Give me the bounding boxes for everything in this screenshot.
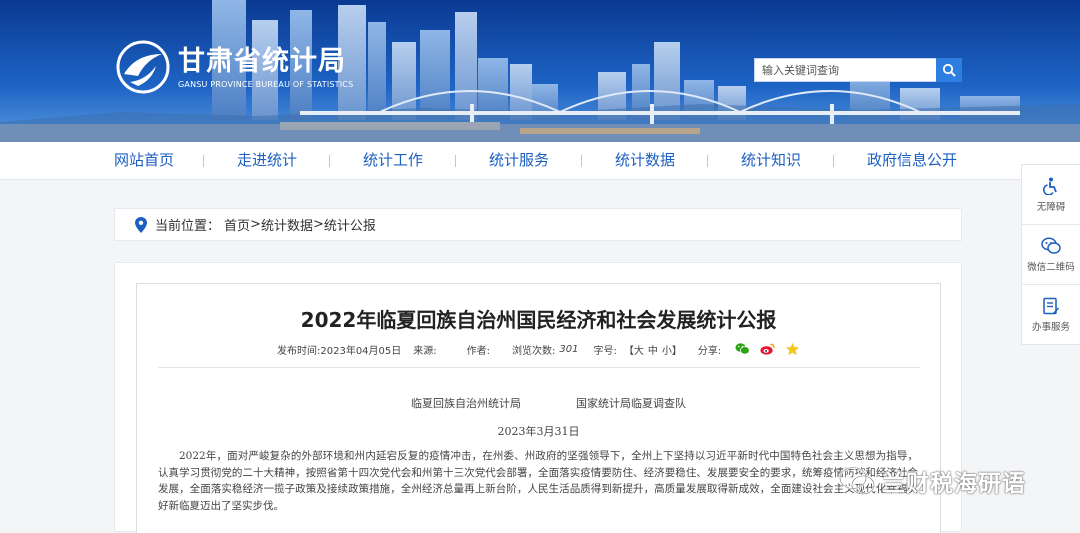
- nav-separator: [581, 155, 582, 167]
- service-icon: [1043, 297, 1059, 314]
- article-meta: 发布时间: 2023年04月05日 来源: 作者: 浏览次数: 301 字号: …: [277, 342, 810, 357]
- font-size-large[interactable]: 大: [634, 342, 644, 357]
- nav-item-gov-info[interactable]: 政府信息公开: [867, 142, 957, 179]
- issuer-survey-team: 国家统计局临夏调查队: [576, 397, 686, 410]
- views-count: 301: [559, 343, 579, 355]
- wechat-icon: [1041, 236, 1061, 254]
- favorite-star-icon[interactable]: [785, 342, 800, 356]
- nav-item-work[interactable]: 统计工作: [363, 142, 423, 179]
- breadcrumb: 当前位置： 首页 > 统计数据 > 统计公报: [114, 208, 962, 241]
- nav-item-data[interactable]: 统计数据: [615, 142, 675, 179]
- font-size-small[interactable]: 小: [662, 342, 672, 357]
- watermark-text: 兰财税海研语: [882, 471, 1026, 497]
- views-label: 浏览次数:: [512, 345, 556, 357]
- article-title: 2022年临夏回族自治州国民经济和社会发展统计公报: [300, 308, 777, 332]
- nav-separator: [203, 155, 204, 167]
- breadcrumb-separator: >: [250, 217, 261, 232]
- nav-separator: [833, 155, 834, 167]
- accessibility-icon: [1042, 177, 1057, 195]
- search-box: [754, 58, 962, 82]
- font-size-bracket-open: 【: [623, 345, 634, 357]
- weibo-share-icon[interactable]: [760, 342, 775, 356]
- font-size-medium[interactable]: 中: [648, 342, 658, 357]
- main-nav: 网站首页 走进统计 统计工作 统计服务 统计数据 统计知识 政府信息公开: [0, 142, 1080, 180]
- side-accessibility[interactable]: 无障碍: [1022, 165, 1080, 225]
- wechat-share-icon[interactable]: [735, 342, 750, 356]
- breadcrumb-separator: >: [312, 217, 324, 232]
- search-button[interactable]: [936, 58, 962, 82]
- divider: [158, 367, 920, 368]
- nav-item-services[interactable]: 统计服务: [489, 142, 549, 179]
- issuer-stat-bureau: 临夏回族自治州统计局: [411, 397, 521, 410]
- font-size-bracket-close: 】: [671, 345, 682, 357]
- side-wechat-label: 微信二维码: [1027, 261, 1075, 273]
- font-size-label: 字号:: [593, 345, 617, 357]
- nav-item-about[interactable]: 走进统计: [237, 142, 297, 179]
- article-paragraph: 2022年，面对严峻复杂的外部环境和州内延宕反复的疫情冲击，在州委、州政府的坚强…: [158, 450, 918, 512]
- location-pin-icon: [135, 216, 147, 233]
- watermark: 兰财税海研语: [838, 464, 1026, 498]
- bulletin-date: 2023年3月31日: [497, 425, 580, 438]
- side-toolbar: 无障碍 微信二维码 办事服务: [1021, 164, 1080, 345]
- nav-separator: [455, 155, 456, 167]
- site-logo[interactable]: 甘肃省统计局 GANSU PROVINCE BUREAU OF STATISTI…: [116, 40, 353, 94]
- nav-item-home[interactable]: 网站首页: [114, 142, 174, 179]
- share-label: 分享:: [697, 345, 722, 357]
- logo-title: 甘肃省统计局: [178, 45, 346, 77]
- side-services[interactable]: 办事服务: [1022, 285, 1080, 344]
- breadcrumb-stat-bulletin[interactable]: 统计公报: [324, 215, 376, 234]
- side-services-label: 办事服务: [1031, 321, 1070, 333]
- breadcrumb-stat-data[interactable]: 统计数据: [261, 215, 313, 234]
- logo-subtitle: GANSU PROVINCE BUREAU OF STATISTICS: [178, 79, 354, 89]
- nav-item-knowledge[interactable]: 统计知识: [741, 142, 801, 179]
- search-input[interactable]: [755, 59, 951, 81]
- source-label: 来源:: [413, 345, 437, 357]
- search-icon: [942, 63, 956, 77]
- side-accessibility-label: 无障碍: [1036, 201, 1066, 213]
- wechat-watermark-icon: [838, 466, 876, 496]
- author-label: 作者:: [466, 345, 491, 357]
- breadcrumb-home[interactable]: 首页: [224, 215, 250, 234]
- publish-date: 2023年04月05日: [320, 345, 402, 357]
- nav-separator: [329, 155, 330, 167]
- header-banner: 甘肃省统计局 GANSU PROVINCE BUREAU OF STATISTI…: [0, 0, 1080, 142]
- logo-emblem-icon: [116, 40, 170, 94]
- breadcrumb-prefix: 当前位置：: [155, 219, 221, 234]
- nav-separator: [707, 155, 708, 167]
- publish-label: 发布时间:: [277, 345, 321, 357]
- side-wechat-qr[interactable]: 微信二维码: [1022, 225, 1080, 285]
